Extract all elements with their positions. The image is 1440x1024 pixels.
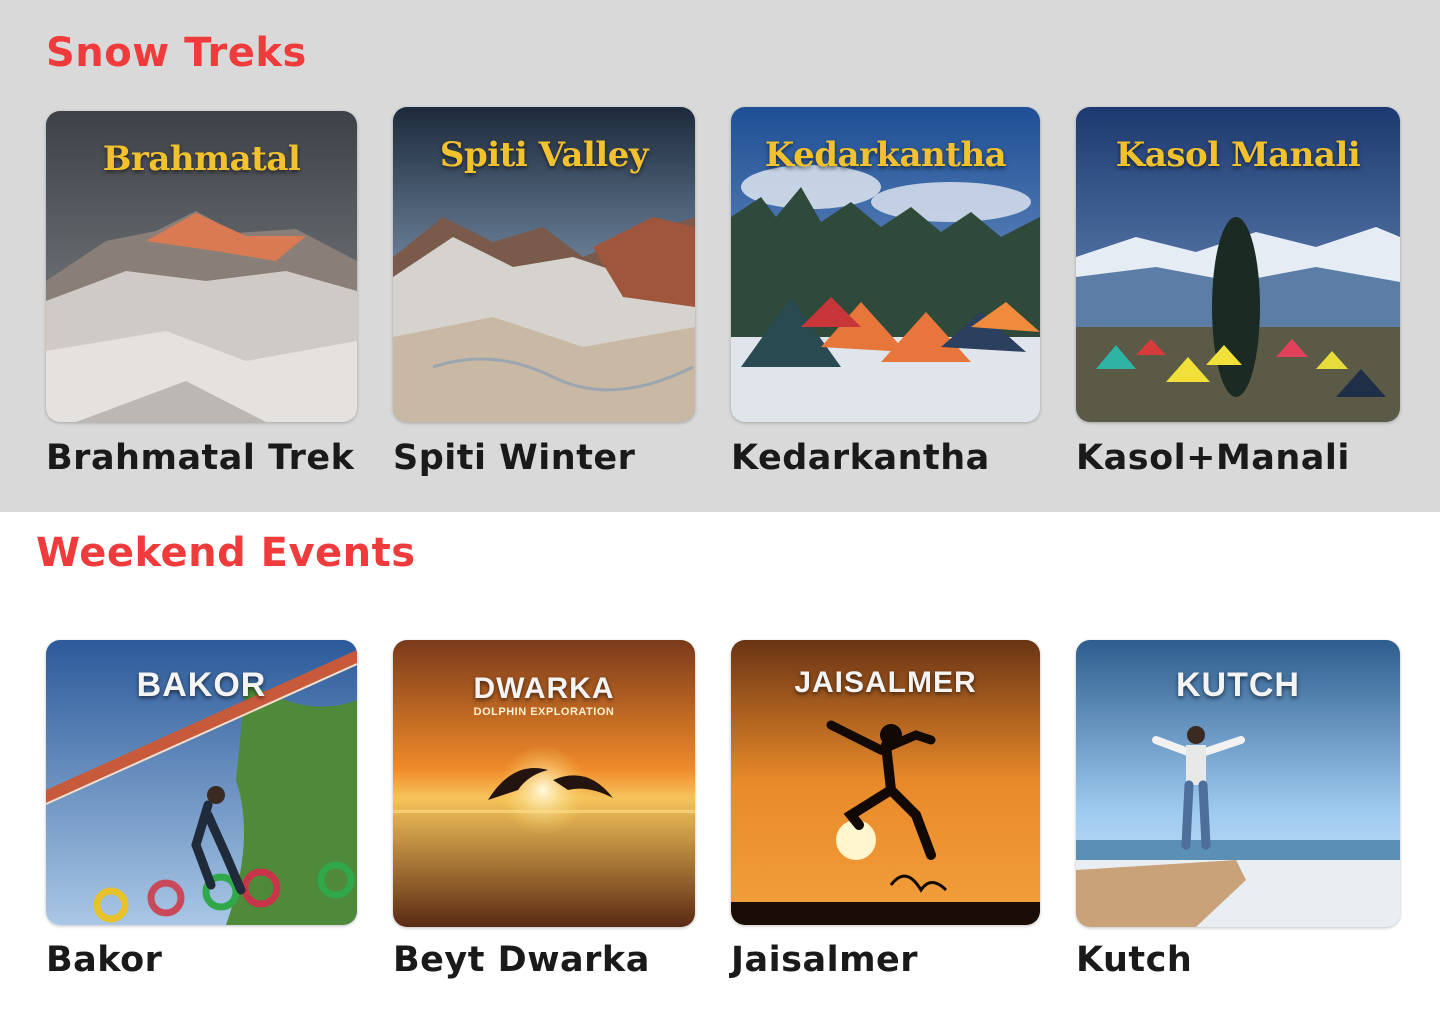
trek-card-spiti[interactable]: Spiti Valley [393,107,695,422]
trek-card-kasol-manali[interactable]: Kasol Manali [1076,107,1400,422]
trek-image-spiti[interactable]: Spiti Valley [393,107,695,422]
event-image-jaisalmer[interactable]: JAISALMER [731,640,1040,925]
trek-card-kedarkantha[interactable]: Kedarkantha [731,107,1040,422]
event-card-dwarka[interactable]: DWARKA DOLPHIN EXPLORATION [393,640,695,927]
event-image-title: JAISALMER [794,666,977,699]
event-image-subtitle: DOLPHIN EXPLORATION [473,706,615,718]
trek-image-kedarkantha[interactable]: Kedarkantha [731,107,1040,422]
event-label-beyt-dwarka[interactable]: Beyt Dwarka [393,940,650,980]
event-image-bakor[interactable]: BAKOR [46,640,357,925]
event-label-jaisalmer[interactable]: Jaisalmer [731,940,918,980]
trek-label-kasol-manali[interactable]: Kasol+Manali [1076,438,1350,478]
event-image-kutch[interactable]: KUTCH [1076,640,1400,927]
weekend-events-heading: Weekend Events [36,530,416,576]
trek-label-brahmatal[interactable]: Brahmatal Trek [46,438,354,478]
trek-image-kasol-manali[interactable]: Kasol Manali [1076,107,1400,422]
trek-card-brahmatal[interactable]: Brahmatal [46,111,357,422]
event-card-kutch[interactable]: KUTCH [1076,640,1400,927]
trek-image-brahmatal[interactable]: Brahmatal [46,111,357,422]
event-card-jaisalmer[interactable]: JAISALMER [731,640,1040,925]
event-image-title: DWARKA [473,672,615,705]
trek-image-title: Spiti Valley [439,135,649,175]
trek-label-spiti[interactable]: Spiti Winter [393,438,635,478]
event-label-bakor[interactable]: Bakor [46,940,162,980]
event-image-dwarka[interactable]: DWARKA DOLPHIN EXPLORATION [393,640,695,927]
trek-label-kedarkantha[interactable]: Kedarkantha [731,438,990,478]
event-card-bakor[interactable]: BAKOR [46,640,357,925]
trek-image-title: Brahmatal [102,139,301,179]
event-image-title: KUTCH [1176,666,1300,704]
event-image-title: BAKOR [136,666,267,704]
trek-image-title: Kedarkantha [764,135,1007,175]
trek-image-title: Kasol Manali [1115,135,1361,175]
event-label-kutch[interactable]: Kutch [1076,940,1192,980]
snow-treks-heading: Snow Treks [46,30,307,76]
